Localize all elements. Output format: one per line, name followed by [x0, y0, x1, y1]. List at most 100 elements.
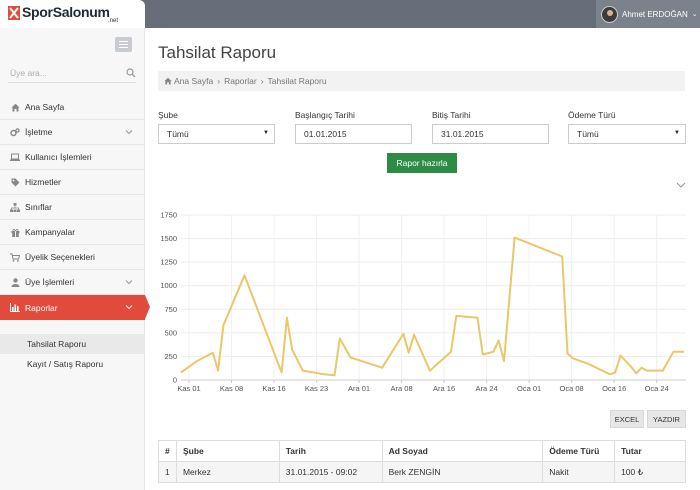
breadcrumb-home[interactable]: Ana Sayfa [174, 76, 213, 86]
end-date-label: Bitiş Tarihi [432, 110, 471, 120]
sidebar-item-label: Raporlar [25, 302, 58, 313]
column-header[interactable]: Tutar [614, 440, 686, 462]
search-placeholder: Üye ara... [10, 67, 47, 78]
avatar [601, 5, 618, 23]
y-tick-label: 1750 [160, 211, 177, 220]
table-cell: Nakit [542, 461, 616, 483]
table-cell: Merkez [175, 461, 280, 483]
cart-icon [10, 252, 20, 262]
main-content: Tahsilat Raporu Ana Sayfa › Raporlar › T… [145, 28, 700, 490]
sidebar-item-label: Sınıflar [25, 202, 52, 212]
sidebar-item-label: Üye İşlemleri [25, 277, 75, 287]
submenu-item-collection-report[interactable]: Tahsilat Raporu [0, 334, 145, 354]
series-line [180, 236, 684, 377]
sidebar-item-services[interactable]: Hizmetler [0, 170, 145, 195]
sidebar-item-campaigns[interactable]: Kampanyalar [0, 220, 145, 245]
column-header[interactable]: Ödeme Türü [542, 440, 616, 462]
chevron-down-icon [125, 305, 133, 310]
sidebar-item-business[interactable]: İşletme [0, 120, 145, 145]
excel-export-button[interactable]: EXCEL [610, 410, 644, 428]
column-header[interactable]: # [158, 440, 177, 462]
sidebar-item-classes[interactable]: Sınıflar [0, 195, 145, 220]
x-tick-label: Kas 23 [305, 384, 328, 393]
payment-type-select[interactable]: Tümü [568, 124, 686, 144]
y-tick-label: 250 [164, 352, 177, 361]
branch-label: Şube [158, 110, 178, 120]
breadcrumb-separator: › [260, 76, 264, 86]
chevron-down-icon: ⌄ [691, 11, 698, 18]
branch-select[interactable]: Tümü [158, 124, 275, 144]
sidebar-item-membership-options[interactable]: Üyelik Seçenekleri [0, 245, 145, 270]
x-tick-label: Oca 16 [602, 384, 626, 393]
collection-table: # Şube Tarih Ad Soyad Ödeme Türü Tutar 1… [158, 440, 686, 483]
breadcrumb: Ana Sayfa › Raporlar › Tahsilat Raporu [158, 71, 685, 91]
submenu-item-registration-sales-report[interactable]: Kayıt / Satış Raporu [0, 354, 145, 374]
logo-suffix: .net [108, 18, 119, 24]
column-header[interactable]: Şube [175, 440, 280, 462]
x-tick-label: Oca 08 [560, 384, 584, 393]
branch-value: Tümü [167, 129, 189, 139]
table-cell: Berk ZENGİN [381, 461, 544, 483]
member-search-input[interactable]: Üye ara... [8, 63, 136, 83]
x-tick-label: Ara 16 [433, 384, 455, 393]
breadcrumb-reports[interactable]: Raporlar [224, 76, 257, 86]
chevron-down-icon[interactable] [676, 181, 686, 189]
sidebar-item-label: Hizmetler [25, 177, 61, 187]
payment-type-value: Tümü [577, 129, 599, 139]
user-name: Ahmet ERDOĞAN [622, 9, 688, 19]
logo[interactable]: SporSalonum .net [0, 0, 145, 28]
payment-type-label: Ödeme Türü [568, 110, 616, 120]
sidebar-item-label: Kullanıcı İşlemleri [25, 152, 92, 162]
x-tick-label: Ara 01 [348, 384, 370, 393]
table-cell: 31.01.2015 - 09:02 [278, 461, 383, 483]
x-tick-label: Ara 24 [476, 384, 498, 393]
sidebar-item-reports[interactable]: Raporlar [0, 295, 150, 320]
logo-text: SporSalonum [22, 4, 110, 20]
chevron-down-icon [125, 280, 133, 285]
y-tick-label: 1500 [160, 234, 177, 243]
collection-line-chart: 02505007501000125015001750Kas 01 Kas 08 Ka… [160, 211, 686, 393]
y-tick-label: 750 [164, 305, 177, 314]
table-cell: 1 [158, 461, 177, 483]
sidebar-item-label: Ana Sayfa [25, 102, 65, 112]
table-row[interactable]: 1 Merkez 31.01.2015 - 09:02 Berk ZENGİN … [158, 461, 686, 483]
breadcrumb-separator: › [217, 76, 221, 86]
y-tick-label: 1000 [160, 281, 177, 290]
home-icon [10, 102, 20, 112]
page-title: Tahsilat Raporu [158, 43, 277, 62]
prepare-report-button[interactable]: Rapor hazırla [387, 153, 457, 173]
y-tick-label: 500 [164, 328, 177, 337]
end-date-input[interactable]: 31.01.2015 [432, 124, 549, 144]
chevron-down-icon [125, 130, 133, 135]
user-menu[interactable]: Ahmet ERDOĞAN ⌄ [596, 0, 700, 28]
sidebar-item-member-operations[interactable]: Üye İşlemleri [0, 270, 145, 295]
start-date-label: Başlangıç Tarihi [295, 110, 355, 120]
search-icon[interactable] [126, 67, 136, 78]
cogs-icon [10, 127, 20, 137]
sidebar-item-label: İşletme [25, 127, 53, 137]
table-header-row: # Şube Tarih Ad Soyad Ödeme Türü Tutar [158, 440, 686, 462]
print-button[interactable]: YAZDIR [647, 410, 686, 428]
sitemap-icon [10, 202, 20, 212]
sidebar-item-home[interactable]: Ana Sayfa [0, 95, 145, 120]
y-tick-label: 1250 [160, 258, 177, 267]
sidebar-menu: Ana Sayfa İşletme Kullanıcı İşlemleri Hi… [0, 95, 150, 374]
sidebar-item-label: Üyelik Seçenekleri [25, 252, 95, 262]
tag-icon [10, 177, 20, 187]
sidebar: Üye ara... Ana Sayfa İşletme Kullanıcı İ… [0, 28, 150, 490]
x-tick-label: Oca 01 [517, 384, 541, 393]
x-tick-label: Ara 08 [391, 384, 413, 393]
start-date-input[interactable]: 01.01.2015 [295, 124, 412, 144]
column-header[interactable]: Ad Soyad [381, 440, 544, 462]
breadcrumb-current: Tahsilat Raporu [267, 76, 327, 86]
end-date-value: 31.01.2015 [441, 129, 484, 139]
table-cell: 100 ₺ [614, 461, 686, 483]
sidebar-toggle-button[interactable] [115, 37, 132, 52]
sidebar-item-user-operations[interactable]: Kullanıcı İşlemleri [0, 145, 145, 170]
laptop-icon [10, 152, 20, 162]
column-header[interactable]: Tarih [278, 440, 383, 462]
user-icon [10, 277, 20, 287]
x-tick-label: Kas 16 [262, 384, 285, 393]
x-tick-label: Kas 01 [177, 384, 200, 393]
sidebar-item-label: Kampanyalar [25, 227, 76, 237]
